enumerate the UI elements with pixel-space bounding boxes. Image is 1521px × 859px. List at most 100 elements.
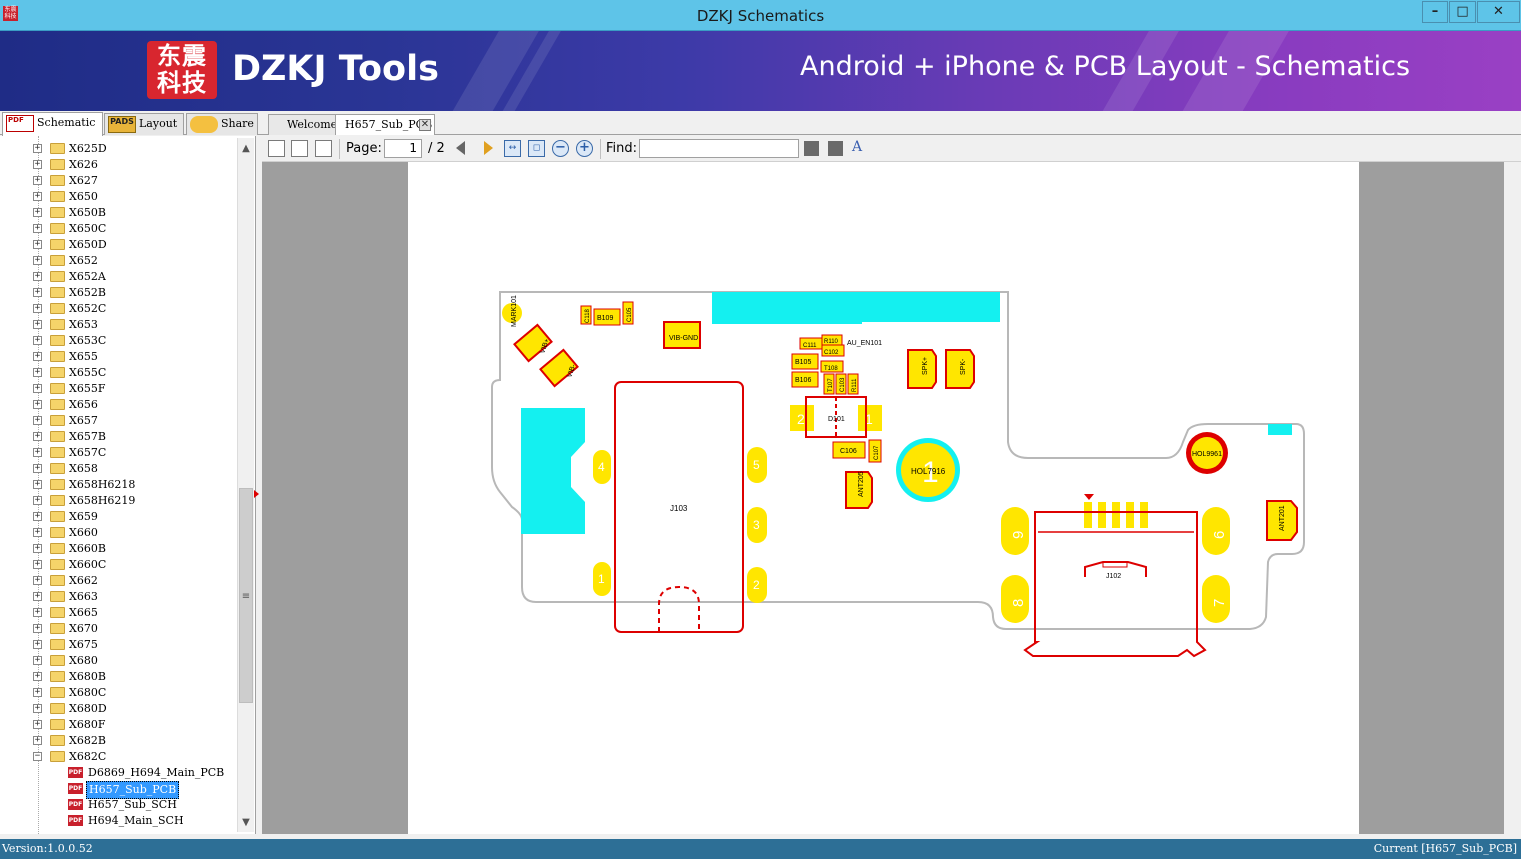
- fit-width-icon[interactable]: ↔: [504, 140, 521, 157]
- tree-folder-item[interactable]: + X655C: [0, 365, 236, 381]
- expand-icon[interactable]: +: [33, 640, 42, 649]
- tab-layout[interactable]: PADS Layout: [104, 113, 184, 135]
- tree-folder-item[interactable]: + X653: [0, 317, 236, 333]
- expand-icon[interactable]: +: [33, 624, 42, 633]
- tree-folder-item[interactable]: + X627: [0, 173, 236, 189]
- zoom-in-icon[interactable]: +: [576, 140, 593, 157]
- tree-folder-item[interactable]: + X657: [0, 413, 236, 429]
- expand-icon[interactable]: +: [33, 528, 42, 537]
- expand-icon[interactable]: +: [33, 736, 42, 745]
- tree-folder-item[interactable]: + X658H6218: [0, 477, 236, 493]
- find-input[interactable]: [639, 139, 799, 158]
- tree-folder-item[interactable]: + X660B: [0, 541, 236, 557]
- scroll-down-icon[interactable]: ▼: [238, 814, 254, 831]
- close-tab-icon[interactable]: ✕: [419, 119, 431, 131]
- expand-icon[interactable]: +: [33, 144, 42, 153]
- expand-icon[interactable]: +: [33, 576, 42, 585]
- tree-folder-item[interactable]: + X652: [0, 253, 236, 269]
- tree-file-item[interactable]: PDF H694_Main_SCH: [0, 813, 236, 829]
- tree-folder-item[interactable]: + X655F: [0, 381, 236, 397]
- tree-folder-item[interactable]: − X682C: [0, 749, 236, 765]
- tree-folder-item[interactable]: + X657B: [0, 429, 236, 445]
- tab-share[interactable]: Share: [186, 113, 258, 135]
- expand-icon[interactable]: +: [33, 544, 42, 553]
- scroll-thumb[interactable]: ≡: [239, 488, 253, 703]
- tree-folder-item[interactable]: + X655: [0, 349, 236, 365]
- expand-icon[interactable]: +: [33, 512, 42, 521]
- open-document-icon[interactable]: [268, 140, 285, 157]
- expand-icon[interactable]: +: [33, 208, 42, 217]
- tree-folder-item[interactable]: + X665: [0, 605, 236, 621]
- expand-icon[interactable]: +: [33, 592, 42, 601]
- expand-icon[interactable]: +: [33, 288, 42, 297]
- tree-folder-item[interactable]: + X659: [0, 509, 236, 525]
- expand-icon[interactable]: +: [33, 224, 42, 233]
- tree-folder-item[interactable]: + X658: [0, 461, 236, 477]
- close-button[interactable]: ✕: [1477, 1, 1520, 23]
- splitter-collapse-icon[interactable]: [254, 490, 259, 498]
- tab-h657-sub-pcb[interactable]: H657_Sub_PCB ✕: [335, 114, 435, 135]
- expand-icon[interactable]: +: [33, 320, 42, 329]
- tree-folder-item[interactable]: + X675: [0, 637, 236, 653]
- expand-icon[interactable]: +: [33, 448, 42, 457]
- expand-icon[interactable]: +: [33, 656, 42, 665]
- expand-icon[interactable]: +: [33, 432, 42, 441]
- collapse-icon[interactable]: −: [33, 752, 42, 761]
- expand-icon[interactable]: +: [33, 160, 42, 169]
- expand-icon[interactable]: +: [33, 400, 42, 409]
- tab-welcome[interactable]: Welcome: [268, 114, 340, 135]
- expand-icon[interactable]: +: [33, 336, 42, 345]
- expand-icon[interactable]: +: [33, 560, 42, 569]
- expand-icon[interactable]: +: [33, 608, 42, 617]
- text-highlight-icon[interactable]: A: [852, 139, 869, 156]
- maximize-button[interactable]: □: [1449, 1, 1476, 23]
- tree-folder-item[interactable]: + X657C: [0, 445, 236, 461]
- pages-icon[interactable]: [315, 140, 332, 157]
- tree-folder-item[interactable]: + X682B: [0, 733, 236, 749]
- expand-icon[interactable]: +: [33, 304, 42, 313]
- expand-icon[interactable]: +: [33, 720, 42, 729]
- tree-folder-item[interactable]: + X652B: [0, 285, 236, 301]
- tab-schematic[interactable]: PDF Schematic: [2, 112, 103, 136]
- tree-folder-item[interactable]: + X625D: [0, 141, 236, 157]
- tree-folder-item[interactable]: + X670: [0, 621, 236, 637]
- tree-scrollbar[interactable]: ▲ ≡ ▼: [237, 138, 254, 832]
- expand-icon[interactable]: +: [33, 480, 42, 489]
- tree-folder-item[interactable]: + X680D: [0, 701, 236, 717]
- expand-icon[interactable]: +: [33, 704, 42, 713]
- expand-icon[interactable]: +: [33, 416, 42, 425]
- tree-folder-item[interactable]: + X650C: [0, 221, 236, 237]
- expand-icon[interactable]: +: [33, 496, 42, 505]
- tree-folder-item[interactable]: + X660: [0, 525, 236, 541]
- expand-icon[interactable]: +: [33, 192, 42, 201]
- expand-icon[interactable]: +: [33, 688, 42, 697]
- tree-folder-item[interactable]: + X680F: [0, 717, 236, 733]
- tree-file-item[interactable]: PDF H657_Sub_SCH: [0, 797, 236, 813]
- expand-icon[interactable]: +: [33, 240, 42, 249]
- tree-folder-item[interactable]: + X650B: [0, 205, 236, 221]
- minimize-button[interactable]: –: [1422, 1, 1448, 23]
- tree-folder-item[interactable]: + X680: [0, 653, 236, 669]
- tree-folder-item[interactable]: + X652C: [0, 301, 236, 317]
- next-page-icon[interactable]: [484, 141, 493, 155]
- tree-folder-item[interactable]: + X626: [0, 157, 236, 173]
- tree-folder-item[interactable]: + X680B: [0, 669, 236, 685]
- tree-folder-item[interactable]: + X663: [0, 589, 236, 605]
- tree-folder-item[interactable]: + X650: [0, 189, 236, 205]
- tree-file-item[interactable]: PDF H657_Sub_PCB: [0, 781, 236, 799]
- tree-folder-item[interactable]: + X652A: [0, 269, 236, 285]
- expand-icon[interactable]: +: [33, 176, 42, 185]
- copy-document-icon[interactable]: [291, 140, 308, 157]
- expand-icon[interactable]: +: [33, 256, 42, 265]
- tree-folder-item[interactable]: + X662: [0, 573, 236, 589]
- find-next-icon[interactable]: [828, 141, 843, 156]
- tree-file-item[interactable]: PDF D6869_H694_Main_PCB: [0, 765, 236, 781]
- previous-page-icon[interactable]: [456, 141, 465, 155]
- tree-folder-item[interactable]: + X656: [0, 397, 236, 413]
- page-number-input[interactable]: 1: [384, 139, 422, 158]
- expand-icon[interactable]: +: [33, 368, 42, 377]
- expand-icon[interactable]: +: [33, 672, 42, 681]
- expand-icon[interactable]: +: [33, 352, 42, 361]
- tree-folder-item[interactable]: + X650D: [0, 237, 236, 253]
- expand-icon[interactable]: +: [33, 464, 42, 473]
